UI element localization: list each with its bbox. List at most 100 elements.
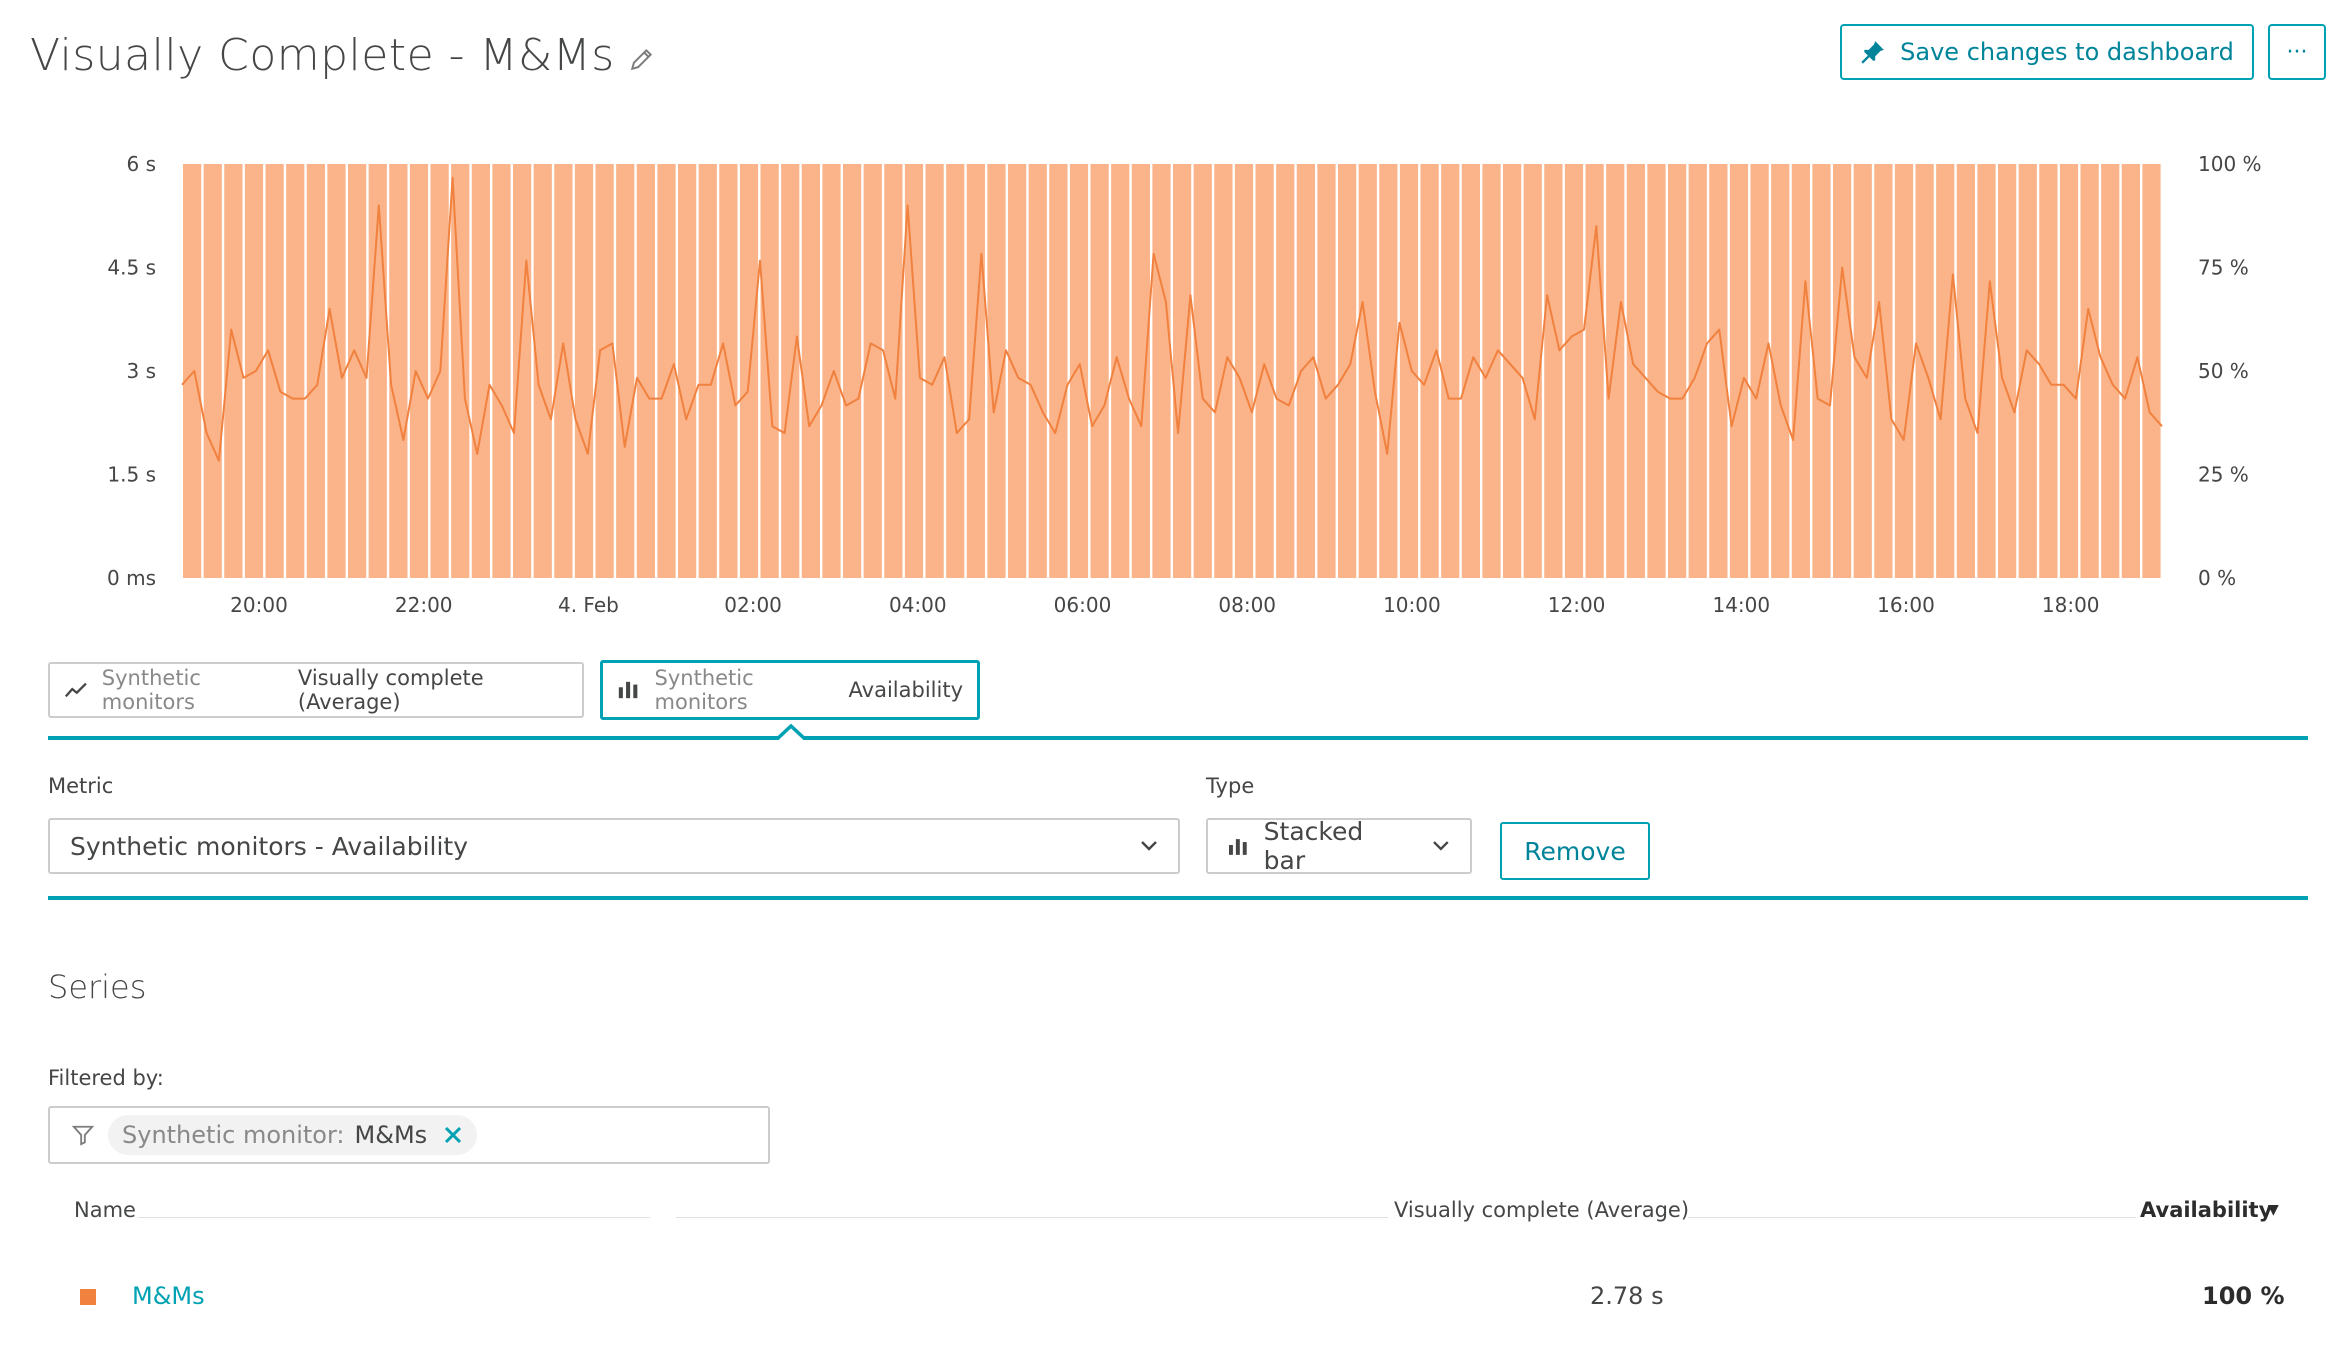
availability-bar [636,164,655,578]
right-axis-tick-label: 25 % [2198,463,2249,487]
x-axis-tick-label: 16:00 [1877,593,1935,617]
availability-bar [946,164,965,578]
availability-bar [1028,164,1047,578]
availability-bar [863,164,882,578]
availability-bar [1956,164,1975,578]
config-panel-bottom-border [48,896,2308,900]
metric-select-value: Synthetic monitors - Availability [70,831,468,861]
metric-tab-visually-complete[interactable]: Synthetic monitors Visually complete (Av… [48,662,584,718]
availability-bar [306,164,325,578]
availability-bar [554,164,573,578]
availability-bar [1152,164,1171,578]
x-axis-tick-label: 04:00 [889,593,947,617]
edit-pencil-icon[interactable] [629,46,655,72]
filter-tag-key: Synthetic monitor: [122,1121,345,1149]
metric-tab-name: Visually complete (Average) [297,666,484,714]
availability-bar [1585,164,1604,578]
availability-bar [1668,164,1687,578]
config-panel-top-border [48,736,2308,740]
pin-icon [1861,41,1884,64]
availability-bar [678,164,697,578]
column-header-name[interactable]: Name [74,1198,136,1222]
filter-icon [72,1125,94,1146]
bar-chart-icon [1228,839,1247,855]
filtered-by-label: Filtered by: [48,1066,164,1090]
availability-bar [1441,164,1460,578]
column-header-visually-complete[interactable]: Visually complete (Average) [1394,1198,1689,1222]
series-heading: Series [48,968,147,1006]
x-axis: 20:00 22:00 4. Feb 02:00 04:00 06:00 08:00 10:0… [230,593,2099,617]
more-options-button[interactable]: ··· [2268,24,2326,80]
availability-bar [451,164,470,578]
left-axis-tick-label: 6 s [126,152,156,176]
left-axis-tick-label: 3 s [126,359,156,383]
series-name-link[interactable]: M&Ms [132,1282,205,1310]
chevron-down-icon [1141,841,1157,851]
metric-select[interactable]: Synthetic monitors - Availability [48,818,1180,874]
availability-bar [492,164,511,578]
page-title-text: Visually Complete - M&Ms [30,30,615,81]
metric-label: Metric [48,774,114,798]
chart: 0 ms 1.5 s 3 s 4.5 s 6 s 0 % 25 % 50 % 75 % 100 … [107,152,2262,617]
availability-bar [1255,164,1274,578]
availability-bar [574,164,594,578]
x-axis-tick-label: 14:00 [1712,593,1770,617]
availability-bar [1544,164,1563,578]
availability-bar [1358,164,1377,578]
remove-button[interactable]: Remove [1500,822,1650,880]
availability-bar [616,164,635,578]
x-axis-tick-label: 12:00 [1548,593,1606,617]
availability-bar [1131,164,1150,578]
metric-tab-category: Synthetic monitors [654,666,754,714]
availability-bar [657,164,676,578]
right-axis-tick-label: 75 % [2198,256,2249,280]
page-title: Visually Complete - M&Ms [30,30,655,81]
availability-bar [1399,164,1419,578]
availability-bar [2080,164,2099,578]
availability-bar [1461,164,1480,578]
x-axis-tick-label: 18:00 [2042,593,2100,617]
availability-bar [884,164,903,578]
x-axis-tick-label: 4. Feb [558,593,619,617]
availability-bar [781,164,800,578]
availability-bar [1915,164,1934,578]
metric-tab-availability[interactable]: Synthetic monitors Availability [600,660,980,720]
close-icon[interactable] [443,1125,463,1145]
availability-bar [1173,164,1192,578]
availability-bar [389,164,408,578]
availability-bar [203,164,222,578]
availability-bar [1564,164,1584,578]
right-axis-tick-label: 0 % [2198,566,2236,590]
availability-bar [1090,164,1109,578]
availability-bar [1234,164,1254,578]
availability-bar [1069,164,1089,578]
availability-bar [2121,164,2140,578]
availability-bar [1791,164,1810,578]
availability-bar [1193,164,1212,578]
availability-bar [327,164,346,578]
availability-bar [513,164,532,578]
x-axis-tick-label: 02:00 [724,593,782,617]
availability-bar [760,164,779,578]
availability-bar [409,164,429,578]
metric-tab-category: Synthetic monitors [101,666,201,714]
availability-bar [1647,164,1666,578]
filter-tag-value: M&Ms [354,1121,428,1149]
left-axis-tick-label: 0 ms [107,566,156,590]
availability-bar [2101,164,2120,578]
active-tab-pointer [776,724,806,740]
save-to-dashboard-button[interactable]: Save changes to dashboard [1840,24,2254,80]
type-select[interactable]: Stacked bar [1206,817,1472,875]
x-axis-tick-label: 10:00 [1383,593,1441,617]
sort-descending-icon[interactable]: ▼ [2268,1202,2279,1218]
left-axis-tick-label: 4.5 s [107,256,156,280]
availability-bar [1296,164,1315,578]
filter-input[interactable]: Synthetic monitor: M&Ms [48,1106,770,1164]
metric-tab-name: Availability [848,678,963,702]
column-header-availability[interactable]: Availability [2140,1198,2272,1222]
availability-bar [2018,164,2037,578]
availability-bar [286,164,305,578]
x-axis-tick-label: 20:00 [230,593,288,617]
availability-bar [1482,164,1501,578]
series-color-swatch [80,1289,96,1305]
